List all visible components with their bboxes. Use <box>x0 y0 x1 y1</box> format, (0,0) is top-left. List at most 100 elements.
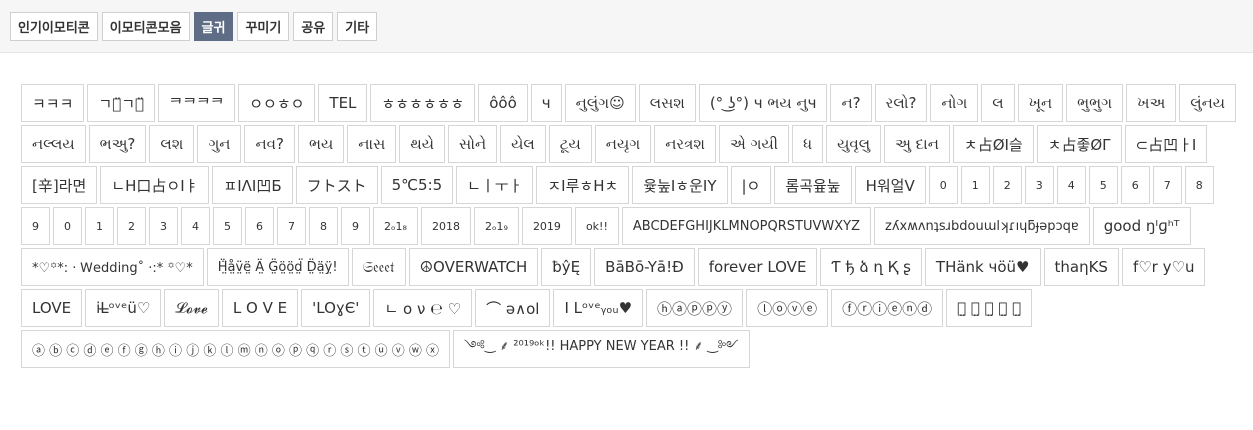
phrase-button[interactable]: ㅋㅋㅋ <box>21 84 85 122</box>
phrase-button[interactable]: THänk чöü♥ <box>924 248 1041 286</box>
phrase-button[interactable]: 6 <box>1120 166 1150 204</box>
phrase-button[interactable]: 8 <box>1184 166 1214 204</box>
phrase-button[interactable]: ㅊ占좋ØΓ <box>1036 125 1122 163</box>
phrase-button[interactable]: સોને <box>448 125 498 163</box>
phrase-button[interactable]: 2 <box>117 207 146 245</box>
phrase-button[interactable]: TEL <box>318 84 368 122</box>
tab-0[interactable]: 인기이모티콘 <box>10 12 98 41</box>
phrase-button[interactable]: અુ દાન <box>884 125 950 163</box>
phrase-button[interactable]: 5℃5:5 <box>380 166 454 204</box>
phrase-button[interactable]: ƀŷĘ <box>541 248 592 286</box>
tab-2[interactable]: 글귀 <box>193 12 234 41</box>
phrase-button[interactable]: フトスト <box>295 166 378 204</box>
phrase-button[interactable]: રલો? <box>874 84 928 122</box>
phrase-button[interactable]: 4 <box>181 207 210 245</box>
phrase-button[interactable]: ABCDEFGHIJKLMNOPQRSTUVWXYZ <box>621 207 871 245</box>
phrase-button[interactable]: ㄴH口占ㅇIㅑ <box>100 166 210 204</box>
phrase-button[interactable]: 𝔖𝔢𝔢𝔢𝔱 <box>351 248 406 286</box>
tab-5[interactable]: 기타 <box>337 12 378 41</box>
phrase-button[interactable]: (° ͜ʖ°) ч ભય નુч <box>698 84 828 122</box>
phrase-button[interactable]: નાસ <box>347 125 397 163</box>
phrase-button[interactable]: f♡r y♡u <box>1121 248 1206 286</box>
phrase-button[interactable]: 윷눞Iㅎ운IY <box>632 166 728 204</box>
phrase-button[interactable]: thaηKS <box>1043 248 1119 286</box>
phrase-button[interactable]: H워얼V <box>854 166 926 204</box>
phrase-button[interactable]: LOVE <box>21 289 83 327</box>
tab-4[interactable]: 공유 <box>293 12 334 41</box>
phrase-button[interactable]: 4 <box>1056 166 1086 204</box>
phrase-button[interactable]: good ŋᴵɡʰᵀ <box>1092 207 1191 245</box>
phrase-button[interactable]: લશ <box>149 125 195 163</box>
phrase-button[interactable]: ㅇㅇㅎㅇ <box>238 84 316 122</box>
phrase-button[interactable]: ⊂占凹ㅏI <box>1124 125 1208 163</box>
phrase-button[interactable]: ᄏᄏᄏᄏ <box>158 84 236 122</box>
phrase-button[interactable]: zʎxʍʌnʇsɹbdouɯlʞɾıɥƃɟǝpɔqɐ <box>874 207 1090 245</box>
phrase-button[interactable]: નવ? <box>244 125 295 163</box>
phrase-button[interactable]: ⓛⓞⓥⓔ <box>746 289 829 327</box>
phrase-button[interactable]: 6 <box>245 207 274 245</box>
phrase-button[interactable]: ન? <box>830 84 872 122</box>
phrase-button[interactable]: 5 <box>213 207 242 245</box>
phrase-button[interactable]: *♡꙳*: · Ꮃedding˚ ·:* ꙳♡* <box>21 248 204 286</box>
phrase-button[interactable]: Ƭ ђ ձ ղ Қ ʂ <box>820 248 922 286</box>
phrase-button[interactable]: L O V E <box>221 289 299 327</box>
phrase-button[interactable]: 7 <box>277 207 306 245</box>
phrase-button[interactable]: 2018 <box>420 207 471 245</box>
phrase-button[interactable]: 'LOɣЄ' <box>301 289 371 327</box>
phrase-button[interactable]: નોગ <box>930 84 979 122</box>
phrase-button[interactable]: I Lᵒᵛᵉᵧₒᵤ♥ <box>553 289 644 327</box>
phrase-button[interactable]: ⓕⓡⓘⓔⓝⓓ <box>831 289 944 327</box>
phrase-button[interactable]: એ ગયી <box>718 125 790 163</box>
phrase-button[interactable]: ⌒ ə∧ol <box>475 289 551 327</box>
phrase-button[interactable]: ч <box>530 84 562 122</box>
phrase-button[interactable]: લસશ <box>638 84 696 122</box>
phrase-button[interactable]: યેલ <box>500 125 546 163</box>
phrase-button[interactable]: ભુભુગ <box>1066 84 1124 122</box>
phrase-button[interactable]: 𝓛𝓸𝓿𝓮 <box>164 289 219 327</box>
phrase-button[interactable]: 5 <box>1088 166 1118 204</box>
phrase-button[interactable]: ભય <box>297 125 345 163</box>
phrase-button[interactable]: 3 <box>149 207 178 245</box>
phrase-button[interactable]: iL̶ᵒᵛᵉü♡ <box>85 289 162 327</box>
phrase-button[interactable]: Ḧ̤̈å̤v̤̈ë̤ Ä̤ G̤̈ö̤ö̤d̤̈ D̤̈ä̤ÿ̤! <box>206 248 349 286</box>
phrase-button[interactable]: 2 <box>992 166 1022 204</box>
phrase-button[interactable]: ㄴㅣㅜㅏ <box>456 166 534 204</box>
phrase-button[interactable]: ㅎㅎㅎㅎㅎㅎ <box>370 84 476 122</box>
phrase-button[interactable]: forever LOVE <box>697 248 818 286</box>
phrase-button[interactable]: BāBō-Yā!Đ <box>594 248 695 286</box>
phrase-button[interactable]: 0 <box>928 166 958 204</box>
phrase-button[interactable]: 8 <box>309 207 338 245</box>
phrase-button[interactable]: ⓗ̤ ⓐ̤ ⓟ̤ ⓨ̤ ⓔ̤ <box>946 289 1033 327</box>
phrase-button[interactable]: 9 <box>341 207 370 245</box>
tab-1[interactable]: 이모티콘모음 <box>101 12 190 41</box>
phrase-button[interactable]: ㅍIΛI凹Б <box>212 166 293 204</box>
phrase-button[interactable]: નુલુંગ☺ <box>564 84 636 122</box>
phrase-button[interactable]: 9 <box>21 207 50 245</box>
phrase-button[interactable]: 3 <box>1024 166 1054 204</box>
phrase-button[interactable]: ધ <box>792 125 824 163</box>
phrase-button[interactable]: 2019 <box>521 207 572 245</box>
phrase-button[interactable]: યુવૃલુ <box>826 125 882 163</box>
phrase-button[interactable]: લ <box>981 84 1015 122</box>
phrase-button[interactable]: ㅈI루ㅎHㅊ <box>536 166 630 204</box>
phrase-button[interactable]: ⓗⓐⓟⓟⓨ <box>646 289 744 327</box>
phrase-button[interactable]: 2ₒ1₈ <box>373 207 418 245</box>
phrase-button[interactable]: ok!! <box>574 207 619 245</box>
phrase-button[interactable]: નયૃગ <box>594 125 652 163</box>
tab-3[interactable]: 꾸미기 <box>237 12 290 41</box>
phrase-button[interactable]: લુંનય <box>1179 84 1237 122</box>
phrase-button[interactable]: ㄴ o ν ℮ ♡ <box>373 289 473 327</box>
phrase-button[interactable]: ㄱㄱ̈ㄱㄱ̈ <box>87 84 156 122</box>
phrase-button[interactable]: ⓐ ⓑ ⓒ ⓓ ⓔ ⓕ ⓖ ⓗ ⓘ ⓙ ⓚ ⓛ ⓜ ⓝ ⓞ ⓟ ⓠ ⓡ ⓢ ⓣ … <box>21 330 451 368</box>
phrase-button[interactable]: નરત્રશ <box>654 125 716 163</box>
phrase-button[interactable]: ༺‿ ⸙ ²⁰¹⁹ᵒᵏ!! HAPPY NEW YEAR !! ⸙ ‿༻ <box>453 330 750 368</box>
phrase-button[interactable]: ભઅુ? <box>88 125 147 163</box>
phrase-button[interactable]: 2ₒ1₉ <box>473 207 519 245</box>
phrase-button[interactable]: ㅊ占ØI슬 <box>952 125 1034 163</box>
phrase-button[interactable]: થયે <box>399 125 446 163</box>
phrase-button[interactable]: |ㅇ <box>730 166 772 204</box>
phrase-button[interactable]: [辛]라면 <box>21 166 98 204</box>
phrase-button[interactable]: ખઅ <box>1126 84 1177 122</box>
phrase-button[interactable]: નલ્લય <box>21 125 86 163</box>
phrase-button[interactable]: ôôô <box>478 84 528 122</box>
